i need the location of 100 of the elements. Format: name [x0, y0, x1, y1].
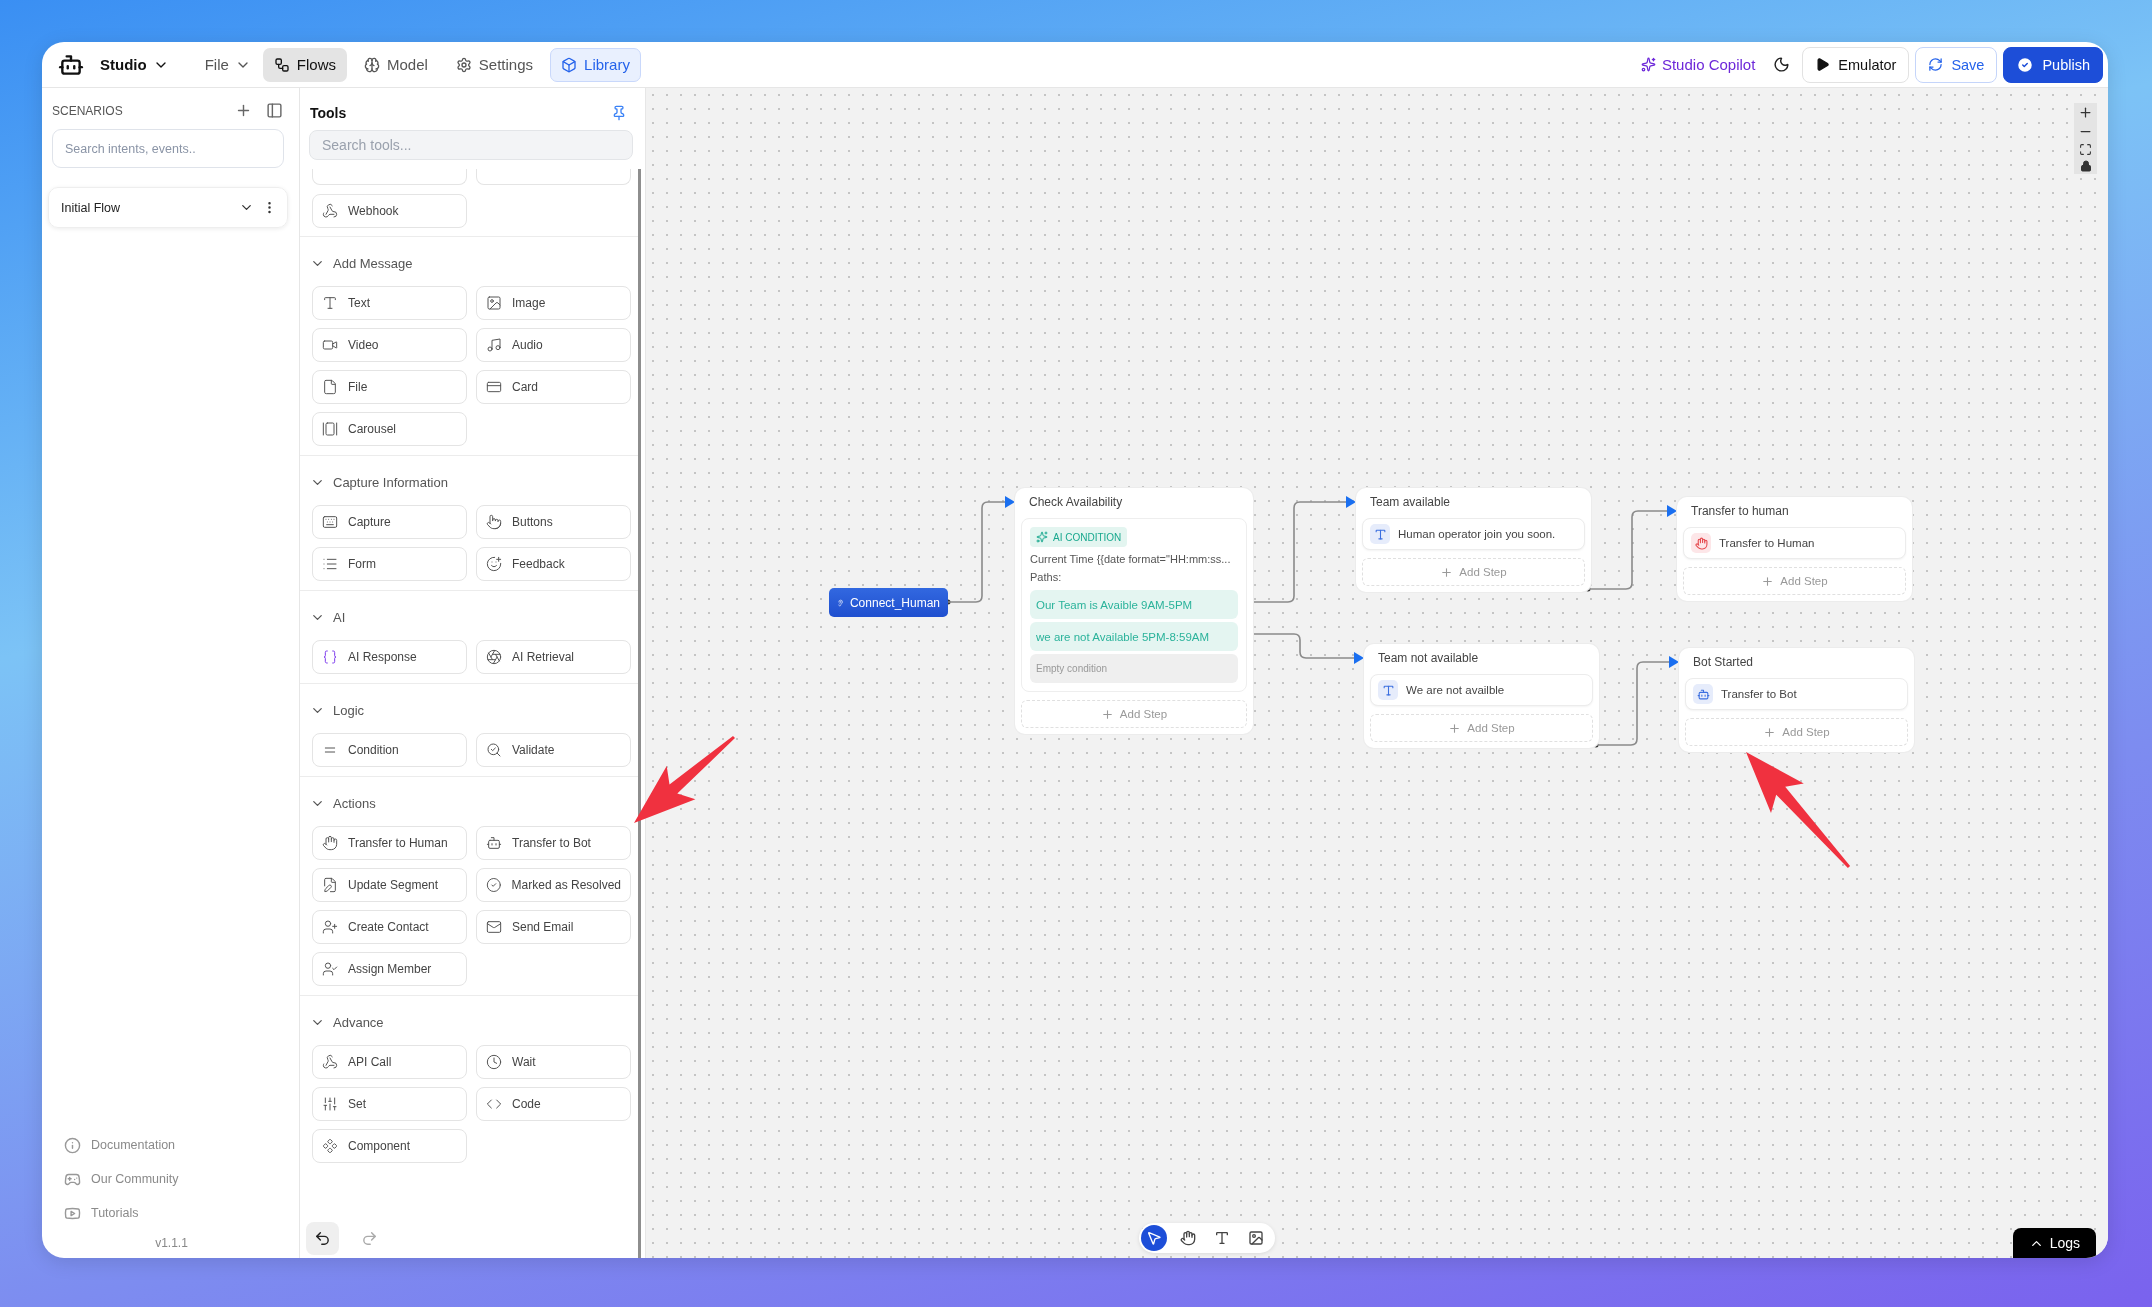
robot-icon: [486, 835, 502, 851]
file-menu[interactable]: File: [198, 47, 257, 82]
step-card[interactable]: Human operator join you soon.: [1362, 518, 1585, 550]
section-header[interactable]: Actions: [300, 789, 376, 817]
tool-button[interactable]: Text: [312, 286, 467, 320]
tool-button[interactable]: Condition: [312, 733, 467, 767]
tool-button[interactable]: Send Email: [476, 910, 631, 944]
zoom-in-icon[interactable]: [2078, 105, 2093, 120]
tool-button[interactable]: Form: [312, 547, 467, 581]
nav-tab[interactable]: Model: [353, 47, 439, 82]
webhook-icon: [322, 203, 338, 219]
text-icon: [1370, 524, 1390, 544]
pin-icon[interactable]: [611, 105, 627, 121]
tool-button[interactable]: Carousel: [312, 412, 467, 446]
tool-button[interactable]: Wait: [476, 1045, 631, 1079]
tool-button[interactable]: Create Contact: [312, 910, 467, 944]
node-title: Check Availability: [1028, 494, 1124, 510]
search-field[interactable]: Search tools...: [309, 130, 633, 160]
node-card[interactable]: Transfer to human Transfer to Human Add Step: [1677, 497, 1912, 601]
tool-button[interactable]: Set: [312, 1087, 467, 1121]
app-switcher[interactable]: Studio: [90, 47, 175, 82]
tool-button[interactable]: Component: [312, 1129, 467, 1163]
tool-button[interactable]: Code: [476, 1087, 631, 1121]
dark-mode-toggle[interactable]: [1773, 56, 1791, 73]
pointer-icon[interactable]: [1141, 1225, 1167, 1251]
help-link[interactable]: Our Community: [64, 1162, 179, 1196]
webhook-icon: [322, 1054, 338, 1070]
library-toggle[interactable]: Library: [550, 47, 641, 82]
save-button[interactable]: Save: [1915, 46, 1998, 83]
tool-button[interactable]: Video: [312, 328, 467, 362]
box-icon: [561, 56, 578, 73]
flow-item[interactable]: Initial Flow: [48, 187, 288, 228]
fit-view-icon[interactable]: [2079, 143, 2092, 156]
step-card[interactable]: We are not availble: [1370, 674, 1593, 706]
component-icon: [322, 1138, 338, 1154]
section-header[interactable]: Logic: [300, 696, 365, 724]
section-header[interactable]: Add Message: [300, 249, 413, 277]
section-header[interactable]: Capture Information: [300, 468, 448, 496]
tool-button[interactable]: Update Segment: [312, 868, 467, 902]
tool-button[interactable]: Transfer to Human: [312, 826, 467, 860]
tool-button[interactable]: AI Retrieval: [476, 640, 631, 674]
tool-button[interactable]: Feedback: [476, 547, 631, 581]
tool-button[interactable]: Buttons: [476, 505, 631, 539]
nav-tab[interactable]: Flows: [262, 47, 347, 82]
tool-button[interactable]: Image: [476, 286, 631, 320]
add-icon[interactable]: [235, 102, 252, 119]
step-label: Transfer to Bot: [1721, 688, 1797, 700]
plus-icon: [1100, 707, 1114, 721]
tool-button[interactable]: File: [312, 370, 467, 404]
tool-button[interactable]: Assign Member: [312, 952, 467, 986]
emulator-button[interactable]: Emulator: [1802, 46, 1910, 83]
paths-label: Paths:: [1030, 571, 1063, 584]
step-card[interactable]: Transfer to Human: [1683, 527, 1906, 559]
clock-icon: [486, 1054, 502, 1070]
tool-button[interactable]: Marked as Resolved: [476, 868, 631, 902]
code-icon: [486, 1096, 502, 1112]
node-title: Bot Started: [1692, 654, 1755, 670]
step-card[interactable]: Transfer to Bot: [1685, 678, 1908, 710]
search-check-icon: [486, 742, 502, 758]
brain-icon: [364, 56, 380, 73]
search-field[interactable]: Search intents, events..: [52, 129, 284, 168]
sliders-icon: [322, 1096, 338, 1112]
sidebar-toggle-icon[interactable]: [266, 102, 283, 119]
tool-button[interactable]: AI Response: [312, 640, 467, 674]
check-circle-icon: [486, 877, 502, 893]
nav-tab[interactable]: Settings: [444, 47, 545, 82]
settings-icon: [455, 56, 472, 73]
lock-icon[interactable]: [2079, 160, 2092, 172]
text-icon: [322, 295, 338, 311]
tool-button[interactable]: Audio: [476, 328, 631, 362]
node-card[interactable]: Team available Human operator join you soon. Add Step: [1356, 488, 1591, 592]
hand-icon: [1691, 533, 1711, 553]
section-header[interactable]: AI: [300, 603, 346, 631]
envelope-icon: [486, 919, 502, 935]
help-link[interactable]: Documentation: [64, 1128, 176, 1162]
flow-icon: [273, 56, 290, 73]
node-card[interactable]: Team not available We are not availble Add Step: [1364, 644, 1599, 748]
tool-button[interactable]: Validate: [476, 733, 631, 767]
ai-condition-badge: AI CONDITION: [1030, 527, 1128, 547]
publish-button[interactable]: Publish: [2003, 46, 2103, 83]
step-label: Human operator join you soon.: [1398, 528, 1556, 540]
tool-button[interactable]: Card: [476, 370, 631, 404]
refresh-icon: [1928, 57, 1944, 72]
help-link[interactable]: Tutorials: [64, 1196, 139, 1230]
section-header[interactable]: Advance: [300, 1008, 384, 1036]
undo-icon: [314, 1230, 331, 1247]
start-node[interactable]: Connect_Human: [829, 588, 948, 617]
tool-button[interactable]: API Call: [312, 1045, 467, 1079]
user-check-icon: [322, 961, 338, 977]
plus-icon: [1761, 574, 1775, 588]
logs-button[interactable]: Logs: [2012, 1228, 2096, 1258]
node-card[interactable]: Bot Started Transfer to Bot Add Step: [1679, 648, 1914, 752]
flow-name: Initial Flow: [61, 200, 122, 215]
copilot-button[interactable]: Studio Copilot: [1634, 47, 1762, 82]
list-icon: [322, 556, 338, 572]
tool-button[interactable]: Capture: [312, 505, 467, 539]
tool-button[interactable]: Transfer to Bot: [476, 826, 631, 860]
tool-button[interactable]: Webhook: [312, 194, 467, 228]
text-icon: [1378, 680, 1398, 700]
undo-button[interactable]: [306, 1222, 339, 1255]
